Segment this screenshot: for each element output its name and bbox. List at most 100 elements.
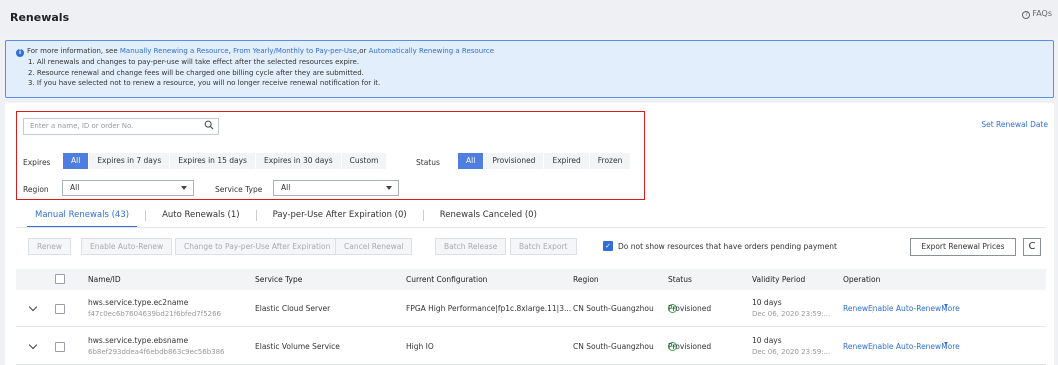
chevron-down-icon[interactable]: [28, 340, 38, 350]
service-type-select[interactable]: All: [273, 180, 399, 196]
row-checkbox[interactable]: [55, 342, 65, 352]
resource-id: f47c0ec6b7604639bd21f6bfed7f5266: [88, 310, 222, 318]
renew-link[interactable]: Renew: [843, 342, 868, 351]
caret-down-icon: [944, 304, 949, 307]
hide-pending-label: Do not show resources that have orders p…: [618, 241, 837, 251]
expires-label: Expires: [23, 158, 51, 167]
enable-auto-renew-link[interactable]: Enable Auto-Renew: [868, 342, 941, 351]
change-pay-per-use-button[interactable]: Change to Pay-per-Use After Expiration: [175, 238, 340, 255]
tab-underline: [16, 227, 1046, 228]
renew-link[interactable]: Renew: [843, 304, 868, 313]
status-filter: All Provisioned Expired Frozen: [458, 153, 632, 169]
page-title: Renewals: [10, 11, 70, 24]
batch-release-button[interactable]: Batch Release: [435, 238, 507, 255]
search-placeholder: Enter a name, ID or order No.: [30, 122, 134, 130]
chevron-down-icon[interactable]: [28, 302, 38, 312]
help-icon: ?: [1022, 11, 1031, 19]
col-service-type: Service Type: [255, 275, 303, 284]
region-value: All: [70, 183, 80, 192]
service-type: Elastic Cloud Server: [255, 304, 331, 313]
resource-name: hws.service.type.ebsname: [88, 336, 189, 345]
refresh-icon: C: [1028, 241, 1036, 252]
info-line: 1. All renewals and changes to pay-per-u…: [28, 58, 360, 66]
info-banner: i For more information, see Manually Rene…: [5, 40, 1054, 98]
hide-pending-checkbox[interactable]: ✓ Do not show resources that have orders…: [603, 241, 837, 251]
info-sep: ,or: [356, 47, 367, 55]
expires-15-days[interactable]: Expires in 15 days: [170, 153, 256, 169]
expires-custom[interactable]: Custom: [341, 153, 388, 169]
status-provisioned[interactable]: Provisioned: [484, 153, 545, 169]
validity-days: 10 days: [752, 298, 782, 307]
col-region: Region: [573, 275, 599, 284]
tab-divider: [255, 210, 257, 221]
status-all[interactable]: All: [458, 153, 485, 169]
current-configuration: High IO: [406, 342, 434, 351]
region: CN South-Guangzhou: [573, 342, 654, 351]
service-type: Elastic Volume Service: [255, 342, 340, 351]
caret-down-icon: [944, 342, 949, 345]
info-intro: For more information, see: [27, 47, 118, 55]
current-configuration: FPGA High Performance|fp1c.8xlarge.11|3.…: [406, 304, 572, 313]
chevron-down-icon: [386, 186, 392, 190]
expires-7-days[interactable]: Expires in 7 days: [89, 153, 171, 169]
status-text: Provisioned: [668, 304, 712, 313]
auto-renewal-link[interactable]: Automatically Renewing a Resource: [369, 47, 494, 55]
search-icon[interactable]: [204, 120, 214, 130]
expires-all[interactable]: All: [63, 153, 90, 169]
set-renewal-date-link[interactable]: Set Renewal Date: [981, 120, 1048, 129]
col-validity-period: Validity Period: [752, 275, 806, 284]
separator: |: [871, 342, 874, 351]
col-operation: Operation: [843, 275, 881, 284]
search-input[interactable]: Enter a name, ID or order No.: [23, 118, 219, 135]
table-header: Name/ID Service Type Current Configurati…: [16, 269, 1046, 290]
refresh-button[interactable]: C: [1023, 238, 1041, 256]
service-type-label: Service Type: [215, 185, 263, 194]
tab-divider: [145, 210, 147, 221]
info-line: 3. If you have selected not to renew a r…: [28, 79, 381, 87]
resource-id: 6b8ef293ddea4f6ebdb863c9ec56b386: [88, 348, 225, 356]
region: CN South-Guangzhou: [573, 304, 654, 313]
status-expired[interactable]: Expired: [544, 153, 590, 169]
tab-auto-renewals[interactable]: Auto Renewals (1): [154, 210, 248, 228]
tab-divider: [422, 210, 424, 221]
info-line: 2. Resource renewal and change fees will…: [28, 68, 364, 77]
export-renewal-prices-button[interactable]: Export Renewal Prices: [910, 238, 1016, 256]
table-row: hws.service.type.ebsname 6b8ef293ddea4f6…: [16, 329, 1046, 365]
region-label: Region: [23, 185, 49, 194]
row-checkbox[interactable]: [55, 304, 65, 314]
main-panel: Enter a name, ID or order No. Expires Al…: [5, 103, 1054, 365]
checkmark-icon[interactable]: ✓: [603, 241, 613, 251]
info-sep: ,: [228, 47, 231, 55]
tab-renewals-canceled[interactable]: Renewals Canceled (0): [432, 210, 545, 228]
table-row: hws.service.type.ec2name f47c0ec6b760463…: [16, 291, 1046, 327]
expires-filter: All Expires in 7 days Expires in 15 days…: [63, 153, 388, 169]
col-status: Status: [668, 275, 692, 284]
status-label: Status: [416, 158, 440, 167]
cancel-renewal-button[interactable]: Cancel Renewal: [335, 238, 413, 255]
chevron-down-icon: [181, 186, 187, 190]
faq-label: FAQs: [1032, 9, 1052, 18]
resource-name: hws.service.type.ec2name: [88, 298, 189, 307]
enable-auto-renew-link[interactable]: Enable Auto-Renew: [868, 304, 941, 313]
status-text: Provisioned: [668, 342, 712, 351]
renew-button[interactable]: Renew: [28, 238, 71, 255]
tab-bar: Manual Renewals (43) Auto Renewals (1) P…: [27, 210, 545, 228]
validity-date: Dec 06, 2020 23:59:...: [752, 310, 831, 318]
expires-30-days[interactable]: Expires in 30 days: [255, 153, 342, 169]
validity-date: Dec 06, 2020 23:59:...: [752, 348, 831, 356]
operation-links: Renew | Enable Auto-Renew | More: [843, 304, 960, 313]
status-frozen[interactable]: Frozen: [589, 153, 632, 169]
faq-link[interactable]: ? FAQs: [1022, 9, 1052, 19]
service-type-value: All: [281, 183, 291, 192]
validity-days: 10 days: [752, 336, 782, 345]
tab-manual-renewals[interactable]: Manual Renewals (43): [27, 210, 138, 228]
tab-pay-per-use[interactable]: Pay-per-Use After Expiration (0): [265, 210, 415, 228]
region-select[interactable]: All: [62, 180, 194, 196]
yearly-to-ppu-link[interactable]: From Yearly/Monthly to Pay-per-Use: [233, 47, 357, 55]
enable-auto-renew-button[interactable]: Enable Auto-Renew: [81, 238, 173, 255]
manual-renewal-link[interactable]: Manually Renewing a Resource: [120, 47, 229, 55]
batch-export-button[interactable]: Batch Export: [510, 238, 577, 255]
filter-area: Enter a name, ID or order No. Expires Al…: [16, 111, 645, 200]
select-all-checkbox[interactable]: [55, 274, 65, 284]
info-icon: i: [16, 49, 24, 57]
